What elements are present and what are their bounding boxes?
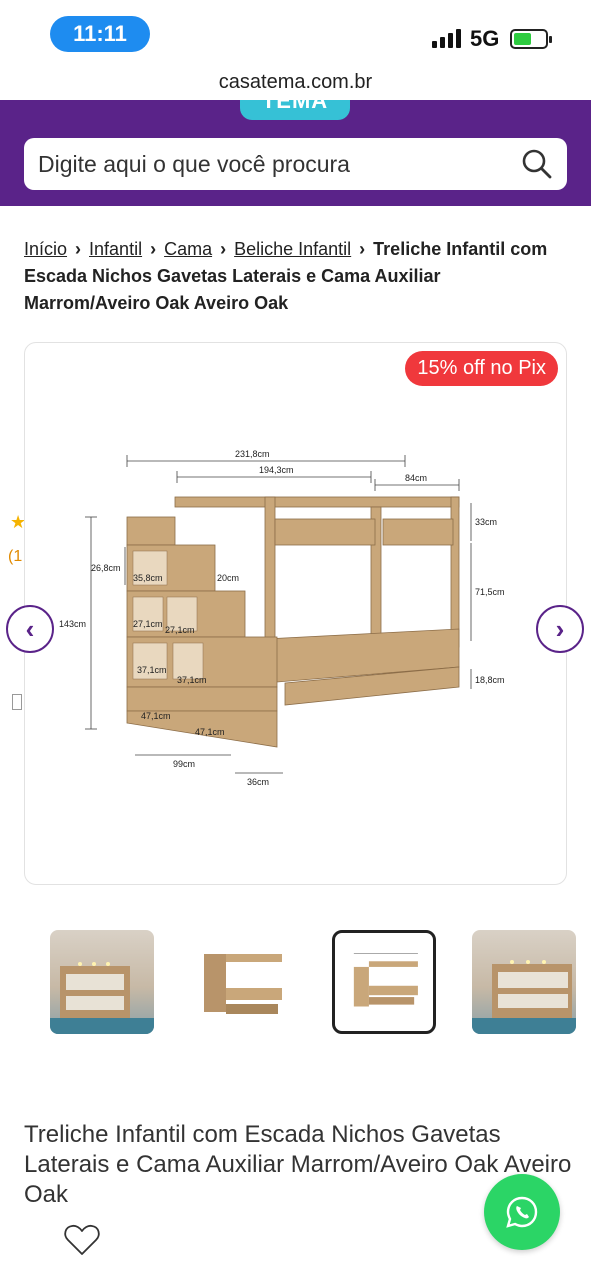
search-input[interactable]: Digite aqui o que você procura [38,151,521,178]
edge-partial-icon [12,694,22,710]
chevron-right-icon: › [555,613,565,644]
thumbnail-room-image [472,960,576,1034]
battery-icon [510,29,552,49]
site-logo[interactable]: TEMA [240,100,350,120]
thumbnail-bed-image [204,954,282,1014]
thumbnail-diagram-image [353,953,418,1007]
logo-text: TEMA [261,100,329,113]
dim-step-height: 26,8cm [91,563,121,573]
dim-drawer-b: 47,1cm [195,727,225,737]
whatsapp-icon [506,1196,538,1228]
gallery-next-button[interactable]: › [536,605,584,653]
gallery-prev-button[interactable]: ‹ [6,605,54,653]
thumbnail-1[interactable] [50,930,154,1034]
dim-niche-b: 27,1cm [165,625,195,635]
status-time: 11:11 [50,16,150,52]
browser-url[interactable]: casatema.com.br [0,64,591,100]
dim-drawer-niche-a: 37,1cm [137,665,167,675]
chevron-right-icon: › [220,239,227,259]
breadcrumb-inicio[interactable]: Início [24,239,67,259]
breadcrumb: Início › Infantil › Cama › Beliche Infantil › Tr… [24,236,569,317]
dim-bed-width: 194,3cm [259,465,294,475]
dim-drawer-a: 47,1cm [141,711,171,721]
search-icon[interactable] [521,148,553,180]
dim-guard-height: 33cm [475,517,497,527]
dim-drawer-niche-b: 37,1cm [177,675,207,685]
dim-base-depth: 36cm [247,777,269,787]
dim-total-height: 143cm [59,619,86,629]
thumbnail-2[interactable] [190,930,294,1034]
dim-depth: 84cm [405,473,427,483]
chevron-right-icon: › [359,239,366,259]
network-type: 5G [470,26,500,51]
product-image[interactable]: 15% off no Pix 231,8cm 194,3cm 84cm 33cm… [24,342,567,885]
bunk-bed-diagram: 231,8cm 194,3cm 84cm 33cm 143cm 26,8cm 3… [59,449,505,787]
dim-trundle-height: 18,8cm [475,675,505,685]
dim-niche-a: 27,1cm [133,619,163,629]
pix-discount-badge: 15% off no Pix [405,351,558,386]
thumbnail-4[interactable] [472,930,576,1034]
breadcrumb-infantil[interactable]: Infantil [89,239,142,259]
signal-icon [432,28,461,48]
breadcrumb-beliche-infantil[interactable]: Beliche Infantil [234,239,351,259]
heart-icon[interactable] [62,1220,102,1260]
dim-base-width: 99cm [173,759,195,769]
status-bar: 11:11 5G [0,0,591,64]
chevron-right-icon: › [75,239,82,259]
site-header: TEMA Digite aqui o que você procura [0,100,591,206]
thumbnail-strip [50,930,591,1034]
breadcrumb-cama[interactable]: Cama [164,239,212,259]
search-box[interactable]: Digite aqui o que você procura [24,138,567,190]
thumbnail-room-image [50,962,154,1034]
whatsapp-button[interactable] [484,1174,560,1250]
chevron-right-icon: › [150,239,157,259]
thumbnail-3[interactable] [332,930,436,1034]
dim-niche-height: 20cm [217,573,239,583]
edge-partial-text: (1 [8,548,23,565]
dim-level-height: 71,5cm [475,587,505,597]
dim-niche-width-top: 35,8cm [133,573,163,583]
dim-total-width: 231,8cm [235,449,270,459]
chevron-left-icon: ‹ [25,613,35,644]
